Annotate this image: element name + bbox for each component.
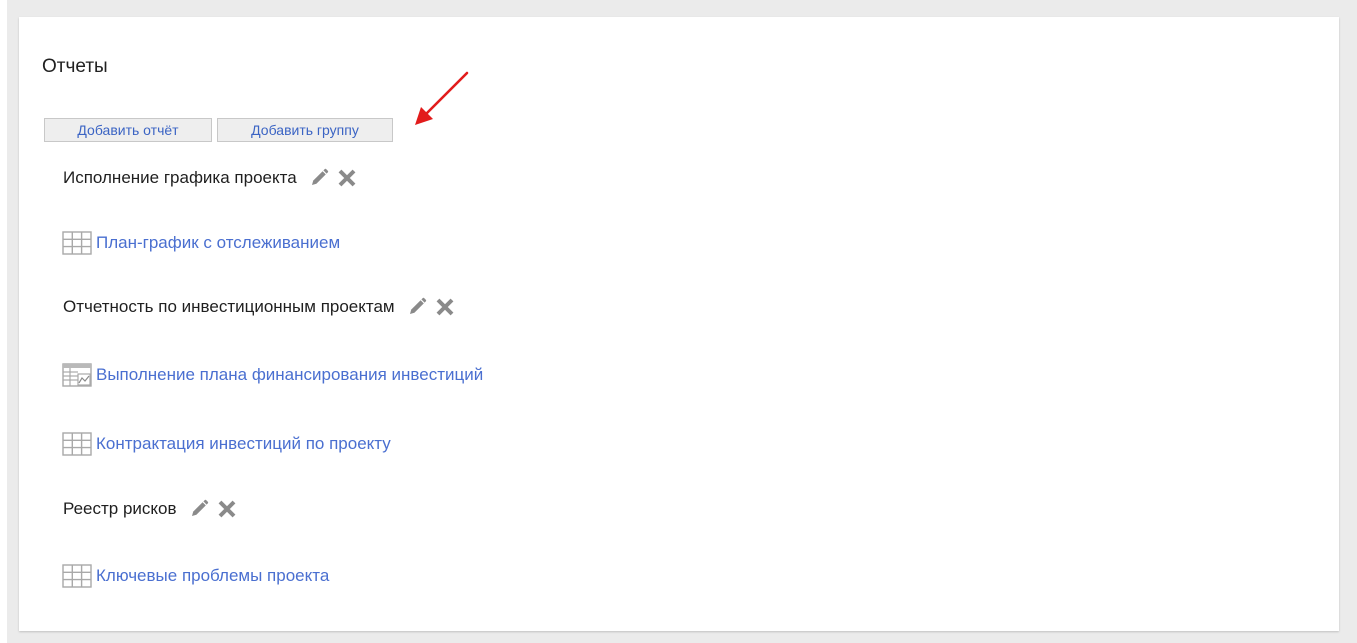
add-group-button[interactable]: Добавить группу	[217, 118, 393, 142]
group-label: Отчетность по инвестиционным проектам	[63, 297, 395, 316]
table-icon	[62, 563, 94, 589]
group-row: Исполнение графика проекта	[63, 166, 359, 190]
list-item[interactable]: План-график с отслеживанием	[62, 230, 340, 256]
pencil-icon[interactable]	[405, 295, 429, 319]
panel-title: Отчеты	[42, 56, 108, 77]
group-label: Реестр рисков	[63, 499, 177, 518]
table-chart-icon	[62, 362, 94, 388]
report-link[interactable]: План-график с отслеживанием	[96, 232, 340, 254]
report-link[interactable]: Ключевые проблемы проекта	[96, 565, 329, 587]
list-item[interactable]: Выполнение плана финансирования инвестиц…	[62, 362, 483, 388]
add-report-button[interactable]: Добавить отчёт	[44, 118, 212, 142]
page-edge	[0, 0, 7, 643]
list-item[interactable]: Ключевые проблемы проекта	[62, 563, 329, 589]
pencil-icon[interactable]	[187, 497, 211, 521]
group-row: Реестр рисков	[63, 497, 239, 521]
annotation-arrow-icon	[415, 71, 469, 125]
close-icon[interactable]	[215, 497, 239, 521]
report-link[interactable]: Контрактация инвестиций по проекту	[96, 433, 391, 455]
close-icon[interactable]	[335, 166, 359, 190]
pencil-icon[interactable]	[307, 166, 331, 190]
report-link[interactable]: Выполнение плана финансирования инвестиц…	[96, 364, 483, 386]
table-icon	[62, 230, 94, 256]
list-item[interactable]: Контрактация инвестиций по проекту	[62, 431, 391, 457]
group-label: Исполнение графика проекта	[63, 168, 297, 187]
close-icon[interactable]	[433, 295, 457, 319]
reports-panel: Отчеты Добавить отчёт Добавить группу Ис…	[19, 17, 1339, 631]
group-row: Отчетность по инвестиционным проектам	[63, 295, 457, 319]
table-icon	[62, 431, 94, 457]
